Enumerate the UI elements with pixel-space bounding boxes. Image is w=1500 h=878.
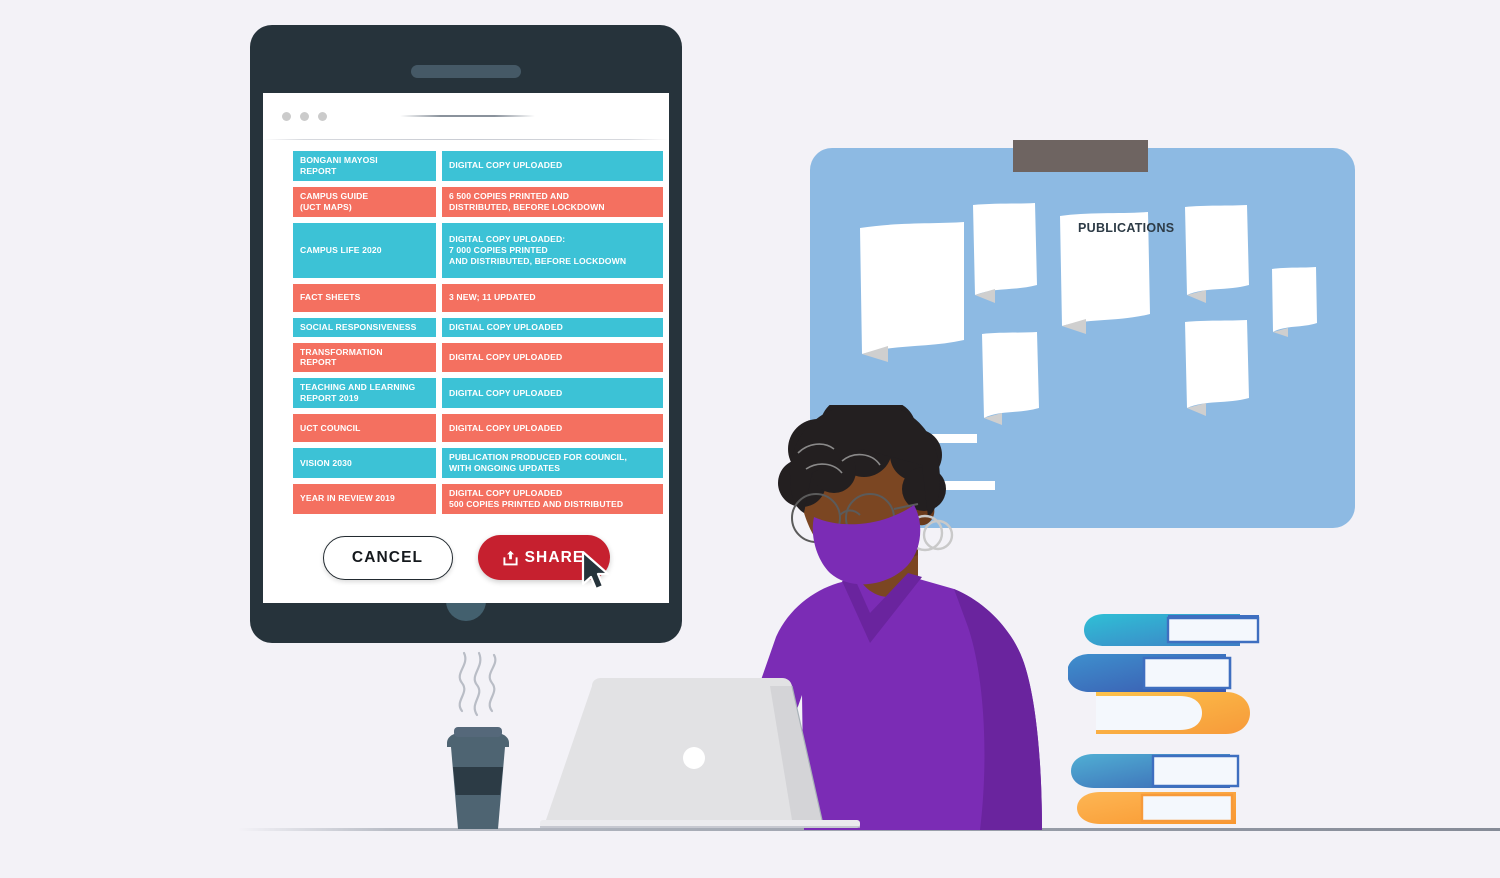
table-row[interactable]: TEACHING AND LEARNING REPORT 2019 DIGITA… (293, 378, 663, 409)
board-clip (1013, 140, 1148, 172)
window-controls[interactable] (282, 112, 327, 121)
table-row[interactable]: FACT SHEETS 3 NEW; 11 UPDATED (293, 283, 663, 312)
laptop (540, 678, 860, 830)
row-status: DIGITAL COPY UPLOADED (442, 414, 663, 443)
table-row[interactable]: YEAR IN REVIEW 2019 DIGITAL COPY UPLOADE… (293, 483, 663, 514)
tablet-screen: BONGANI MAYOSI REPORT DIGITAL COPY UPLOA… (263, 93, 669, 603)
table-row[interactable]: TRANSFORMATION REPORT DIGITAL COPY UPLOA… (293, 342, 663, 373)
window-dot-minimize[interactable] (300, 112, 309, 121)
book (1067, 654, 1232, 692)
browser-chrome (263, 93, 669, 140)
window-dot-close[interactable] (282, 112, 291, 121)
board-paper (1272, 267, 1318, 337)
table-row[interactable]: CAMPUS GUIDE (UCT MAPS) 6 500 COPIES PRI… (293, 186, 663, 217)
window-dot-maximize[interactable] (318, 112, 327, 121)
row-status: DIGITAL COPY UPLOADED (442, 151, 663, 181)
board-paper (1185, 320, 1250, 416)
table-row[interactable]: SOCIAL RESPONSIVENESS DIGTIAL COPY UPLOA… (293, 317, 663, 337)
table-row[interactable]: VISION 2030 PUBLICATION PRODUCED FOR COU… (293, 448, 663, 478)
row-title: BONGANI MAYOSI REPORT (293, 151, 436, 181)
row-status: 3 NEW; 11 UPDATED (442, 283, 663, 312)
row-title: UCT COUNCIL (293, 414, 436, 443)
illustration-canvas: PUBLICATIONS BONGANI MAYOSI REPORT DIGIT… (0, 0, 1500, 878)
book-stack (1067, 600, 1283, 831)
book (1071, 754, 1240, 788)
share-upload-icon (503, 550, 518, 566)
board-paper (858, 222, 966, 362)
row-title: TEACHING AND LEARNING REPORT 2019 (293, 378, 436, 409)
book (1077, 792, 1236, 824)
row-status: 6 500 COPIES PRINTED AND DISTRIBUTED, BE… (442, 186, 663, 217)
table-row[interactable]: BONGANI MAYOSI REPORT DIGITAL COPY UPLOA… (293, 151, 663, 181)
row-status: DIGITAL COPY UPLOADED: 7 000 COPIES PRIN… (442, 222, 663, 278)
row-title: CAMPUS LIFE 2020 (293, 222, 436, 278)
address-bar[interactable] (400, 115, 535, 117)
row-status: DIGTIAL COPY UPLOADED (442, 317, 663, 337)
cancel-button[interactable]: CANCEL (322, 535, 453, 580)
row-status: DIGITAL COPY UPLOADED (442, 378, 663, 409)
board-label: PUBLICATIONS (1078, 221, 1175, 235)
coffee-cup (440, 645, 515, 831)
row-title: FACT SHEETS (293, 283, 436, 312)
row-title: VISION 2030 (293, 448, 436, 478)
row-status: DIGITAL COPY UPLOADED (442, 342, 663, 373)
tablet-speaker (411, 65, 521, 78)
table-row[interactable]: CAMPUS LIFE 2020 DIGITAL COPY UPLOADED: … (293, 222, 663, 278)
book (1084, 614, 1260, 646)
row-title: YEAR IN REVIEW 2019 (293, 483, 436, 514)
board-paper (973, 203, 1038, 303)
mouse-pointer-icon (581, 550, 615, 593)
chrome-divider (263, 139, 669, 140)
book (1096, 692, 1250, 734)
row-title: CAMPUS GUIDE (UCT MAPS) (293, 186, 436, 217)
publications-table: BONGANI MAYOSI REPORT DIGITAL COPY UPLOA… (293, 151, 663, 514)
share-button-label: SHARE (524, 548, 585, 566)
row-title: SOCIAL RESPONSIVENESS (293, 317, 436, 337)
row-status: DIGITAL COPY UPLOADED 500 COPIES PRINTED… (442, 483, 663, 514)
row-title: TRANSFORMATION REPORT (293, 342, 436, 373)
table-row[interactable]: UCT COUNCIL DIGITAL COPY UPLOADED (293, 414, 663, 443)
tablet-device: BONGANI MAYOSI REPORT DIGITAL COPY UPLOA… (250, 25, 682, 643)
board-paper (1185, 205, 1250, 303)
row-status: PUBLICATION PRODUCED FOR COUNCIL, WITH O… (442, 448, 663, 478)
